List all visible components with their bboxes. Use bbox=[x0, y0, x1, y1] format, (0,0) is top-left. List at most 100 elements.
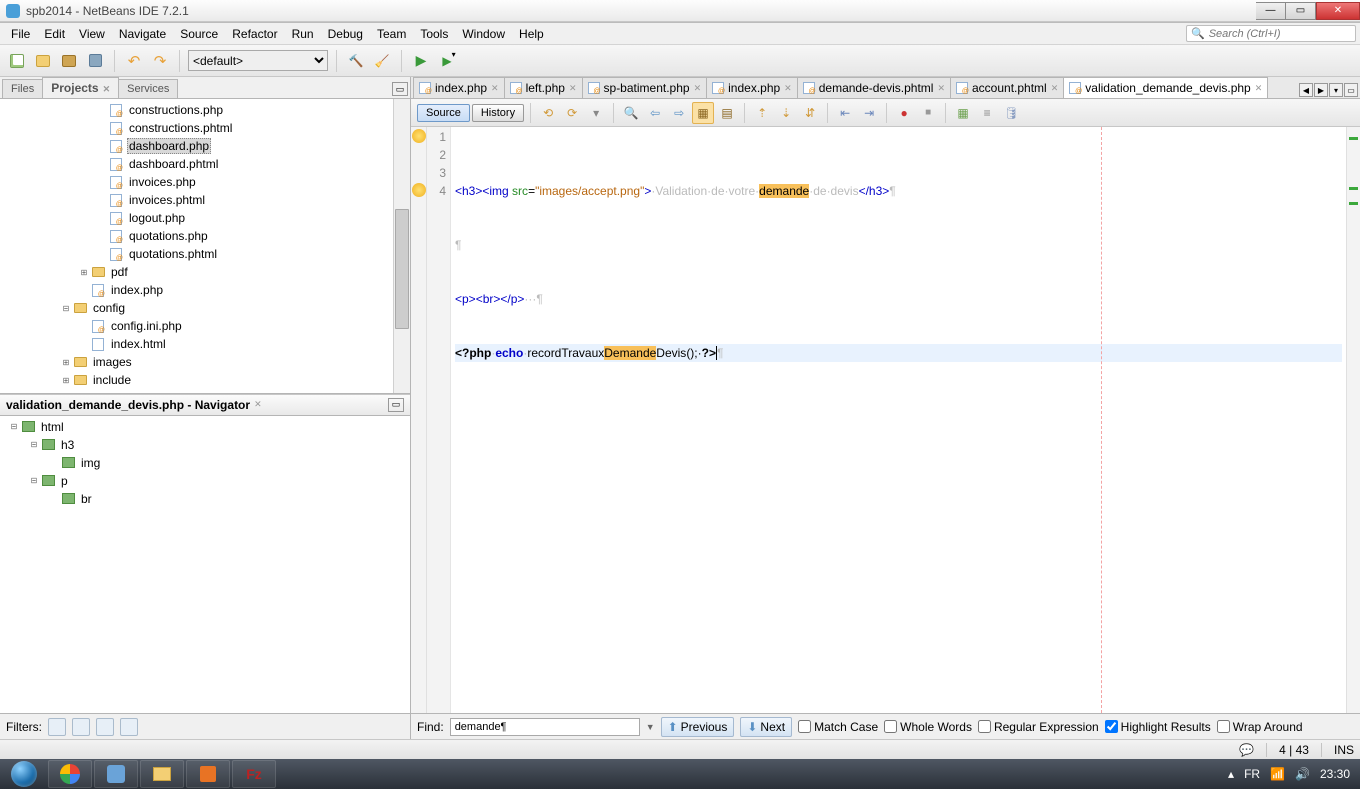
menu-team[interactable]: Team bbox=[370, 25, 413, 43]
record-macro-button[interactable]: ● bbox=[893, 102, 915, 124]
notifications-icon[interactable]: 💬 bbox=[1239, 743, 1254, 757]
find-next-button[interactable]: ⬇Next bbox=[740, 717, 792, 737]
menu-refactor[interactable]: Refactor bbox=[225, 25, 284, 43]
tb-button[interactable]: ≡ bbox=[976, 102, 998, 124]
build-button[interactable]: 🔨 bbox=[345, 50, 367, 72]
editor-tab[interactable]: index.php✕ bbox=[413, 77, 505, 98]
tb-button[interactable]: 🔍 bbox=[620, 102, 642, 124]
history-view-button[interactable]: History bbox=[472, 104, 524, 122]
clean-build-button[interactable]: 🧹 bbox=[371, 50, 393, 72]
close-icon[interactable]: ✕ bbox=[694, 83, 702, 94]
taskbar-app[interactable] bbox=[140, 760, 184, 788]
minimize-pane-button[interactable]: ▭ bbox=[392, 82, 408, 96]
tb-button[interactable]: ⟲ bbox=[537, 102, 559, 124]
start-button[interactable] bbox=[2, 760, 46, 788]
tb-button[interactable]: ⟳ bbox=[561, 102, 583, 124]
close-icon[interactable]: ✕ bbox=[1051, 83, 1059, 94]
find-previous-button[interactable]: ⬆Previous bbox=[661, 717, 735, 737]
tb-button[interactable]: ▦ bbox=[692, 102, 714, 124]
editor-tab[interactable]: account.phtml✕ bbox=[950, 77, 1064, 98]
clock[interactable]: 23:30 bbox=[1320, 767, 1350, 781]
tb-button[interactable]: ⇡ bbox=[751, 102, 773, 124]
menu-run[interactable]: Run bbox=[285, 25, 321, 43]
filter-button[interactable] bbox=[72, 718, 90, 736]
undo-button[interactable]: ↶ bbox=[123, 50, 145, 72]
save-all-button[interactable] bbox=[84, 50, 106, 72]
menu-debug[interactable]: Debug bbox=[321, 25, 370, 43]
config-dropdown[interactable]: <default> bbox=[188, 50, 328, 71]
taskbar-app[interactable] bbox=[48, 760, 92, 788]
projects-tree[interactable]: constructions.php constructions.phtml da… bbox=[0, 99, 410, 394]
maximize-button[interactable]: ▭ bbox=[1286, 2, 1316, 20]
filter-button[interactable] bbox=[48, 718, 66, 736]
tab-list-button[interactable]: ▾ bbox=[1329, 83, 1343, 97]
menu-view[interactable]: View bbox=[72, 25, 112, 43]
new-file-button[interactable] bbox=[6, 50, 28, 72]
editor-tab[interactable]: sp-batiment.php✕ bbox=[582, 77, 708, 98]
scrollbar[interactable] bbox=[393, 99, 410, 393]
menu-help[interactable]: Help bbox=[512, 25, 551, 43]
filter-button[interactable] bbox=[120, 718, 138, 736]
stop-macro-button[interactable]: ■ bbox=[917, 102, 939, 124]
close-icon[interactable]: ✕ bbox=[569, 83, 577, 94]
close-button[interactable]: ✕ bbox=[1316, 2, 1360, 20]
tb-button[interactable]: ▦ bbox=[952, 102, 974, 124]
maximize-editor-button[interactable]: ▭ bbox=[1344, 83, 1358, 97]
close-icon[interactable]: ✕ bbox=[937, 83, 945, 94]
highlight-results-checkbox[interactable]: Highlight Results bbox=[1105, 720, 1211, 734]
wrap-around-checkbox[interactable]: Wrap Around bbox=[1217, 720, 1303, 734]
editor-tab[interactable]: demande-devis.phtml✕ bbox=[797, 77, 951, 98]
menu-tools[interactable]: Tools bbox=[413, 25, 455, 43]
tb-button[interactable]: 🛢 bbox=[1000, 102, 1022, 124]
keyboard-layout[interactable]: FR bbox=[1244, 767, 1260, 781]
tab-files[interactable]: Files bbox=[2, 79, 43, 98]
editor-tab[interactable]: left.php✕ bbox=[504, 77, 583, 98]
taskbar-app[interactable] bbox=[186, 760, 230, 788]
navigator-body[interactable]: ⊟html ⊟h3 img ⊟p br bbox=[0, 416, 410, 714]
editor-tab-active[interactable]: validation_demande_devis.php✕ bbox=[1063, 77, 1268, 98]
menu-edit[interactable]: Edit bbox=[37, 25, 72, 43]
tb-button[interactable]: ⇦ bbox=[644, 102, 666, 124]
open-button[interactable] bbox=[58, 50, 80, 72]
taskbar-app[interactable]: Fz bbox=[232, 760, 276, 788]
close-icon[interactable]: ✕ bbox=[1255, 83, 1263, 94]
tb-button[interactable]: ⇵ bbox=[799, 102, 821, 124]
tb-button[interactable]: ⇤ bbox=[834, 102, 856, 124]
code-editor[interactable]: 1234 <h3><img src="images/accept.png">·V… bbox=[411, 127, 1360, 713]
debug-button[interactable]: ▶▾ bbox=[436, 50, 458, 72]
new-project-button[interactable] bbox=[32, 50, 54, 72]
match-case-checkbox[interactable]: Match Case bbox=[798, 720, 878, 734]
taskbar-app[interactable] bbox=[94, 760, 138, 788]
menu-source[interactable]: Source bbox=[173, 25, 225, 43]
tray-expand-icon[interactable]: ▴ bbox=[1228, 767, 1234, 781]
close-icon[interactable]: ✕ bbox=[103, 84, 111, 94]
network-icon[interactable]: 📶 bbox=[1270, 767, 1285, 781]
tb-button[interactable]: ⇥ bbox=[858, 102, 880, 124]
tb-button[interactable]: ⇨ bbox=[668, 102, 690, 124]
close-icon[interactable]: ✕ bbox=[254, 399, 262, 410]
regex-checkbox[interactable]: Regular Expression bbox=[978, 720, 1099, 734]
tb-button[interactable]: ▤ bbox=[716, 102, 738, 124]
menu-navigate[interactable]: Navigate bbox=[112, 25, 173, 43]
tab-projects[interactable]: Projects✕ bbox=[42, 77, 119, 98]
hint-bulb-icon[interactable] bbox=[412, 183, 426, 197]
tb-button[interactable]: ▾ bbox=[585, 102, 607, 124]
minimize-button[interactable]: — bbox=[1256, 2, 1286, 20]
menu-file[interactable]: File bbox=[4, 25, 37, 43]
menu-window[interactable]: Window bbox=[455, 25, 512, 43]
quick-search[interactable]: 🔍 bbox=[1186, 25, 1356, 42]
search-input[interactable] bbox=[1209, 28, 1351, 40]
tab-services[interactable]: Services bbox=[118, 79, 178, 98]
source-view-button[interactable]: Source bbox=[417, 104, 470, 122]
minimize-pane-button[interactable]: ▭ bbox=[388, 398, 404, 412]
editor-tab[interactable]: index.php✕ bbox=[706, 77, 798, 98]
scroll-tabs-right[interactable]: ▶ bbox=[1314, 83, 1328, 97]
close-icon[interactable]: ✕ bbox=[784, 83, 792, 94]
volume-icon[interactable]: 🔊 bbox=[1295, 767, 1310, 781]
run-button[interactable]: ▶ bbox=[410, 50, 432, 72]
scroll-tabs-left[interactable]: ◀ bbox=[1299, 83, 1313, 97]
error-stripe[interactable] bbox=[1346, 127, 1360, 713]
filter-button[interactable] bbox=[96, 718, 114, 736]
close-icon[interactable]: ✕ bbox=[491, 83, 499, 94]
tb-button[interactable]: ⇣ bbox=[775, 102, 797, 124]
